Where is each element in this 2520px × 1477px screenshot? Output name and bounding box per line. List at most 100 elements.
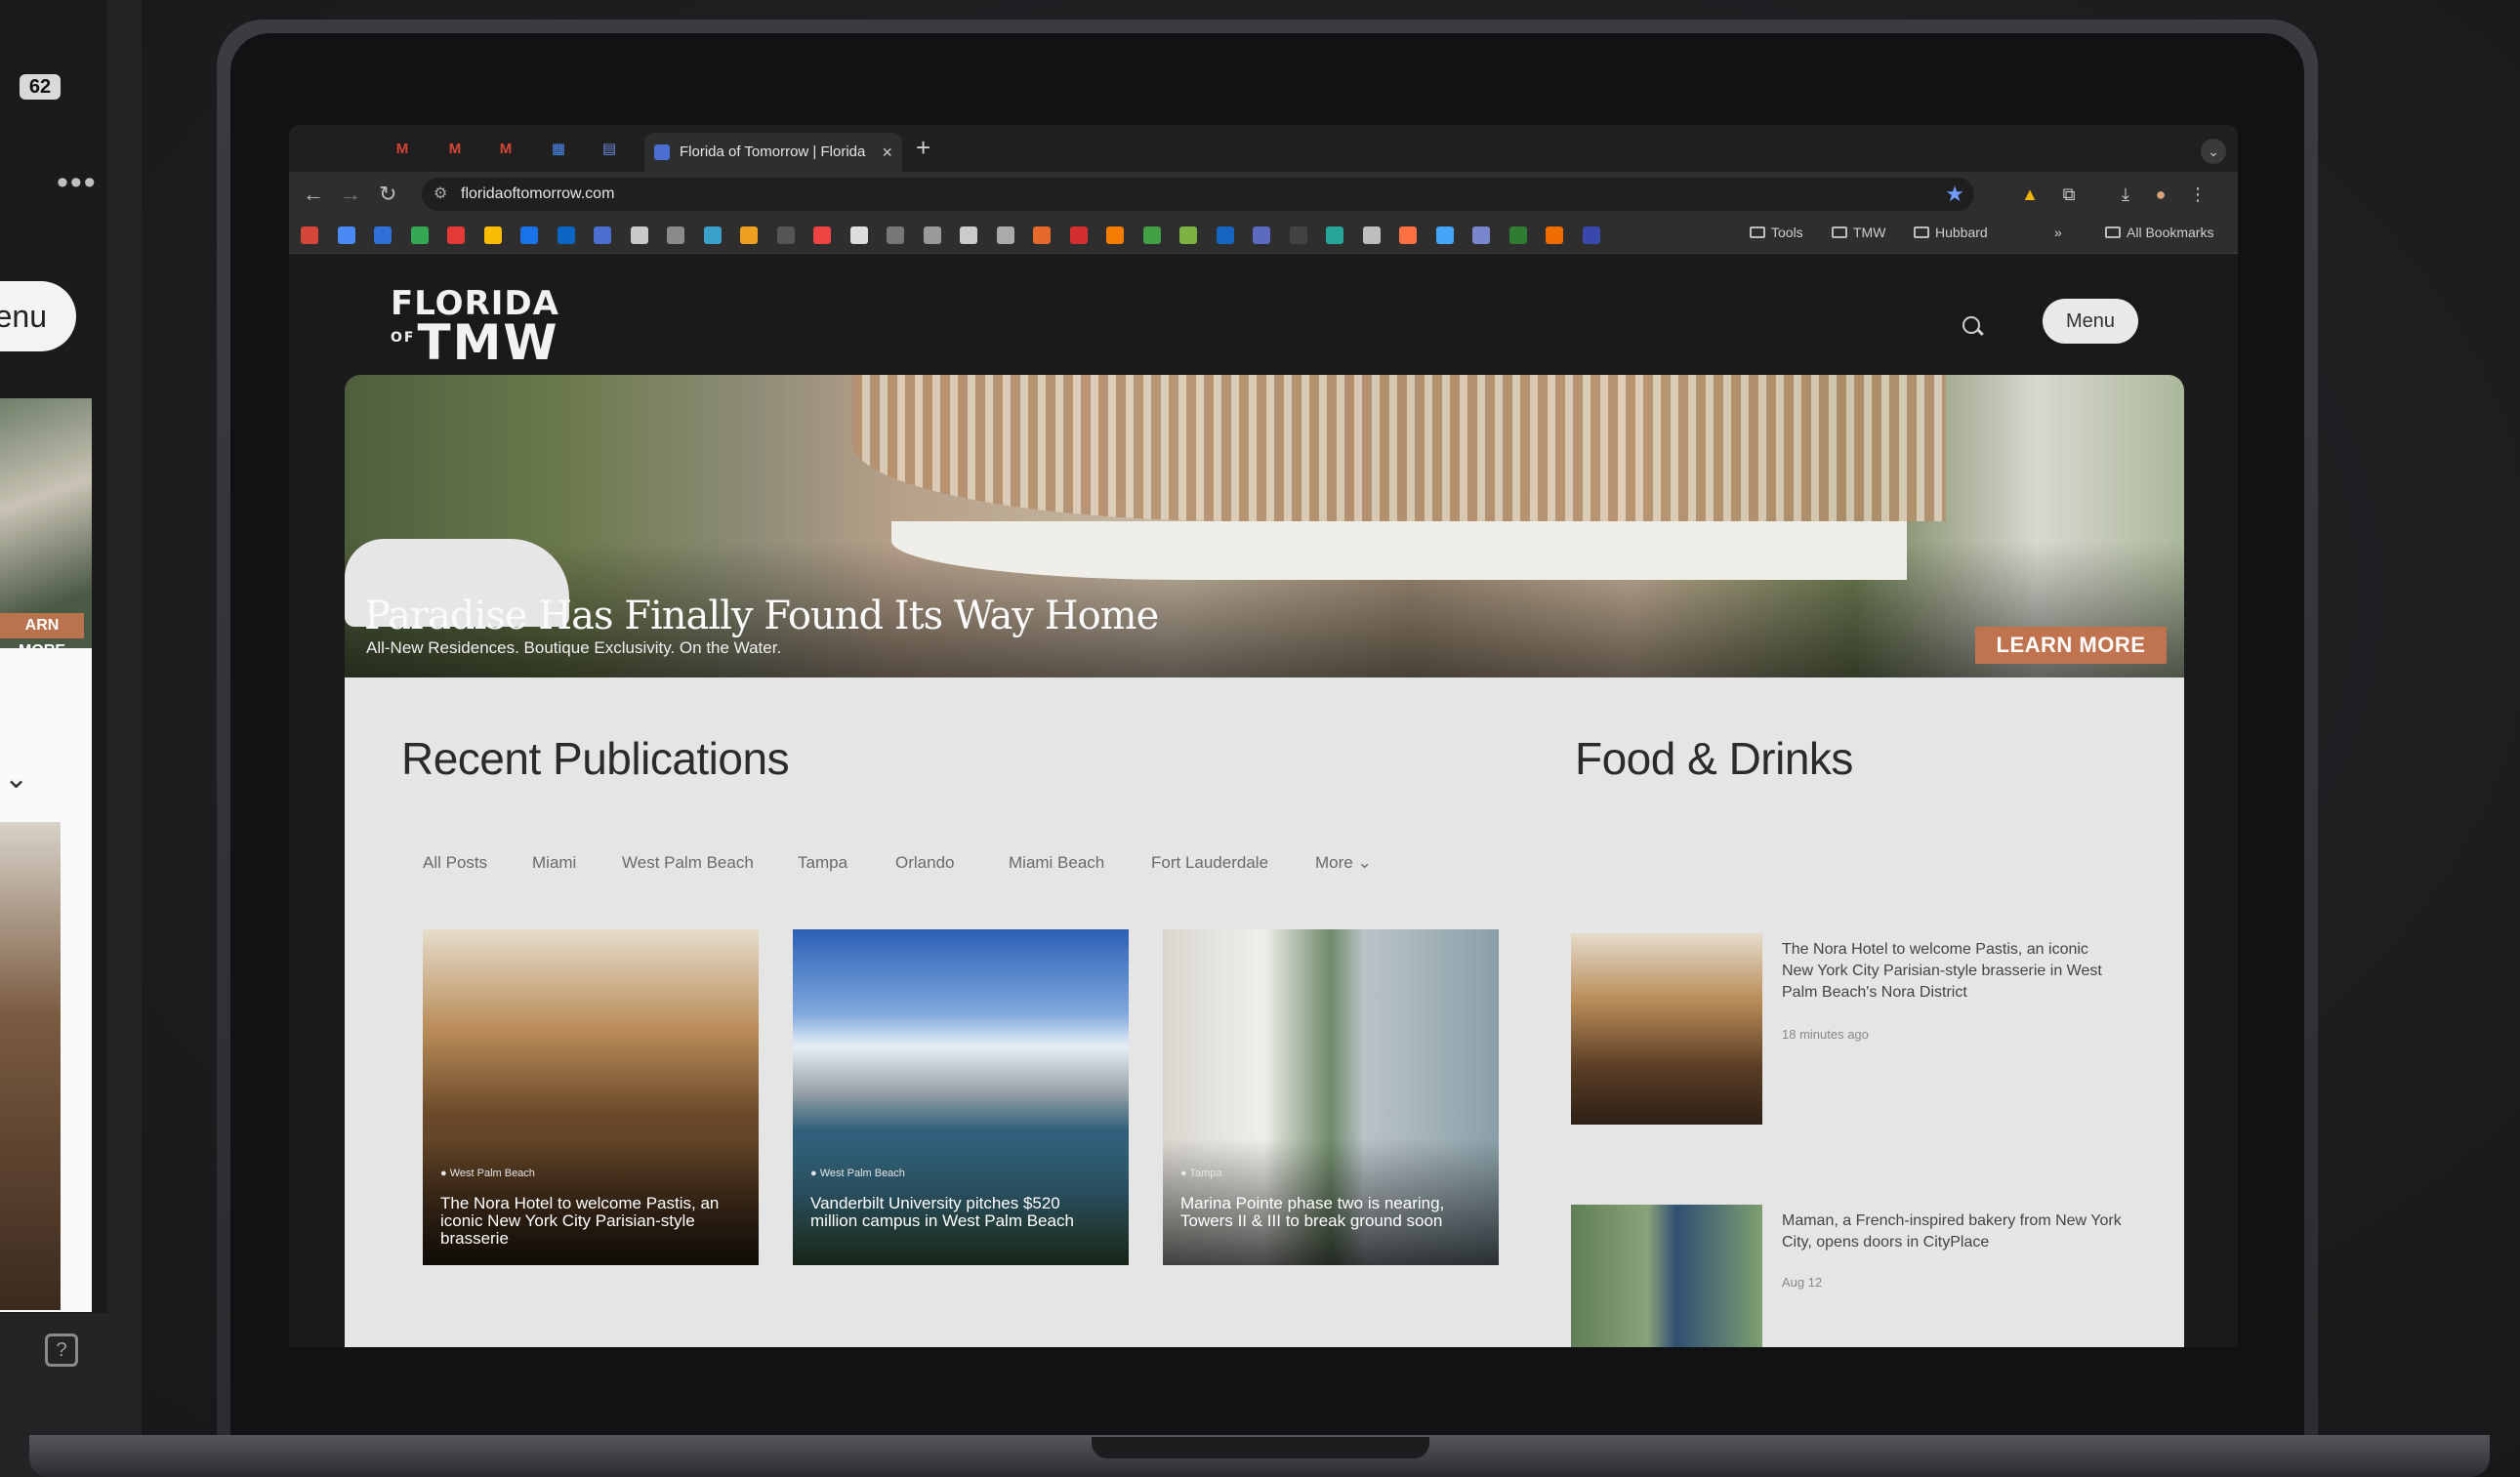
menu-button[interactable]: Menu bbox=[2043, 299, 2138, 344]
forward-arrow-icon[interactable]: → bbox=[340, 182, 361, 207]
address-bar-row: ← → ↻ ⚙ floridaoftomorrow.com ★ ▲ ⧉ ⤓ ● … bbox=[289, 172, 2238, 217]
tab-doc[interactable]: ▤ bbox=[598, 139, 621, 160]
bookmark-favicon-icon[interactable] bbox=[1216, 226, 1234, 244]
tab-gmail-2[interactable]: M bbox=[443, 139, 467, 160]
new-tab-plus-icon[interactable]: + bbox=[916, 133, 930, 163]
search-icon[interactable] bbox=[1962, 316, 1980, 334]
bookmark-favicon-icon[interactable] bbox=[410, 226, 429, 244]
article-card-vanderbilt[interactable]: ● West Palm Beach Vanderbilt University … bbox=[793, 929, 1129, 1265]
bookmark-favicon-icon[interactable] bbox=[1582, 226, 1600, 244]
article-card-marina-pointe[interactable]: ● Tampa Marina Pointe phase two is neari… bbox=[1163, 929, 1499, 1265]
food-item-title[interactable]: Maman, a French-inspired bakery from New… bbox=[1782, 1210, 2124, 1253]
bookmark-favicon-icon[interactable] bbox=[1069, 226, 1088, 244]
bookmark-favicon-icon[interactable] bbox=[849, 226, 868, 244]
browser-menu-kebab-icon[interactable]: ⋮ bbox=[2187, 184, 2209, 205]
bookmark-favicon-icon[interactable] bbox=[776, 226, 795, 244]
bookmark-favicon-icon[interactable] bbox=[337, 226, 355, 244]
site-logo[interactable]: FLORIDA OFTMW bbox=[391, 287, 559, 367]
learn-more-button[interactable]: LEARN MORE bbox=[1975, 627, 2167, 664]
bookmark-favicon-icon[interactable] bbox=[1546, 226, 1563, 244]
hero-building-floor bbox=[891, 521, 1907, 580]
bookmark-favicon-icon[interactable] bbox=[1253, 226, 1270, 244]
bookmark-favicon-icon[interactable] bbox=[447, 226, 465, 244]
hero-banner[interactable]: Paradise Has Finally Found Its Way Home … bbox=[345, 375, 2184, 677]
filter-orlando[interactable]: Orlando bbox=[895, 853, 954, 873]
bookmark-favicon-icon[interactable] bbox=[1179, 226, 1197, 244]
bookmark-favicon-icon[interactable] bbox=[996, 226, 1014, 244]
bookmark-favicon-icon[interactable] bbox=[887, 226, 904, 244]
food-item-thumbnail[interactable] bbox=[1571, 1205, 1762, 1347]
all-bookmarks[interactable]: All Bookmarks bbox=[2105, 225, 2213, 240]
bookmark-favicon-icon[interactable] bbox=[594, 226, 611, 244]
bookmark-favicon-icon[interactable] bbox=[923, 226, 941, 244]
phone-learn-more-button[interactable]: ARN MORE bbox=[0, 613, 84, 659]
profile-avatar-icon[interactable]: ● bbox=[2150, 184, 2171, 205]
bookmark-favicon-icon[interactable] bbox=[301, 226, 318, 244]
bookmark-favicon-icon[interactable] bbox=[1326, 226, 1343, 244]
bookmark-folder-tmw[interactable]: TMW bbox=[1832, 225, 1885, 240]
tab-title: Florida of Tomorrow | Florida bbox=[680, 144, 866, 160]
bookmark-favicon-icon[interactable] bbox=[1435, 226, 1454, 244]
filter-all-posts[interactable]: All Posts bbox=[423, 853, 487, 873]
bookmark-favicon-icon[interactable] bbox=[740, 226, 758, 244]
laptop-screen: M M M ▦ ▤ Florida of Tomorrow | Florida … bbox=[289, 125, 2238, 1347]
card-title: Marina Pointe phase two is nearing, Towe… bbox=[1180, 1194, 1445, 1230]
site-info-icon[interactable]: ⚙ bbox=[434, 184, 447, 203]
bookmark-favicon-icon[interactable] bbox=[667, 226, 684, 244]
phone-menu-button[interactable]: enu bbox=[0, 281, 76, 351]
bookmark-favicon-icon[interactable] bbox=[483, 226, 502, 244]
more-dots-icon[interactable]: ••• bbox=[57, 164, 98, 202]
phone-article-image[interactable] bbox=[0, 822, 61, 1310]
bookmark-favicon-icon[interactable] bbox=[557, 226, 575, 244]
tab-florida-of-tomorrow[interactable]: Florida of Tomorrow | Florida × bbox=[644, 133, 902, 172]
bookmark-favicon-icon[interactable] bbox=[1508, 226, 1527, 244]
phone-device: 62 ••• enu ARN MORE ⌄ ? bbox=[0, 0, 142, 1477]
bookmark-favicon-icon[interactable] bbox=[1362, 226, 1381, 244]
bookmark-favicon-icon[interactable] bbox=[1033, 226, 1051, 244]
bookmark-favicon-icon[interactable] bbox=[1106, 226, 1124, 244]
bookmark-favicon-icon[interactable] bbox=[1399, 226, 1417, 244]
food-item-time: 18 minutes ago bbox=[1782, 1027, 1869, 1042]
tab-search-chevron-icon[interactable]: ⌄ bbox=[2201, 139, 2226, 164]
folder-icon bbox=[2105, 226, 2121, 238]
bookmark-favicon-icon[interactable] bbox=[1142, 226, 1161, 244]
url-field[interactable]: ⚙ floridaoftomorrow.com ★ bbox=[422, 178, 1974, 211]
filter-miami-beach[interactable]: Miami Beach bbox=[1009, 853, 1104, 873]
filter-west-palm-beach[interactable]: West Palm Beach bbox=[622, 853, 754, 873]
download-icon[interactable]: ⤓ bbox=[2115, 184, 2136, 205]
bookmark-favicon-icon[interactable] bbox=[630, 226, 648, 244]
close-tab-icon[interactable]: × bbox=[882, 133, 892, 172]
food-item-title[interactable]: The Nora Hotel to welcome Pastis, an ico… bbox=[1782, 939, 2124, 1004]
filter-miami[interactable]: Miami bbox=[532, 853, 576, 873]
bookmark-favicon-icon[interactable] bbox=[1472, 226, 1490, 244]
reload-icon[interactable]: ↻ bbox=[379, 182, 396, 207]
bookmark-favicon-icon[interactable] bbox=[960, 226, 977, 244]
tab-gmail-1[interactable]: M bbox=[391, 139, 414, 160]
extension-drive-icon[interactable]: ▲ bbox=[2019, 184, 2041, 205]
tab-gmail-3[interactable]: M bbox=[494, 139, 517, 160]
bookmark-folder-hubbard[interactable]: Hubbard bbox=[1914, 225, 1988, 240]
chevron-down-icon[interactable]: ⌄ bbox=[4, 761, 28, 796]
bookmark-star-icon[interactable]: ★ bbox=[1945, 182, 1964, 207]
hero-title: Paradise Has Finally Found Its Way Home bbox=[364, 594, 1159, 638]
help-icon[interactable]: ? bbox=[45, 1333, 78, 1367]
filter-fort-lauderdale[interactable]: Fort Lauderdale bbox=[1151, 853, 1268, 873]
food-item-thumbnail[interactable] bbox=[1571, 933, 1762, 1125]
bookmark-favicon-icon[interactable] bbox=[374, 226, 392, 244]
card-location-tag: ● West Palm Beach bbox=[810, 1168, 905, 1179]
bookmark-favicon-icon[interactable] bbox=[1289, 226, 1307, 244]
filter-tampa[interactable]: Tampa bbox=[798, 853, 847, 873]
card-location-tag: ● West Palm Beach bbox=[440, 1168, 535, 1179]
bookmark-favicon-icon[interactable] bbox=[703, 226, 722, 244]
tab-calendar[interactable]: ▦ bbox=[547, 139, 570, 160]
extensions-puzzle-icon[interactable]: ⧉ bbox=[2058, 184, 2080, 205]
bookmark-favicon-icon[interactable] bbox=[813, 226, 831, 244]
bookmark-favicon-icon[interactable] bbox=[520, 226, 538, 244]
site-favicon-icon bbox=[654, 144, 670, 160]
bookmark-folder-tools[interactable]: Tools bbox=[1750, 225, 1803, 240]
bookmark-overflow-chevron-icon[interactable]: » bbox=[2054, 225, 2062, 240]
back-arrow-icon[interactable]: ← bbox=[303, 182, 324, 207]
filter-more[interactable]: More ⌄ bbox=[1315, 853, 1372, 873]
hero-building-image bbox=[852, 375, 1946, 521]
article-card-nora-hotel[interactable]: ● West Palm Beach The Nora Hotel to welc… bbox=[423, 929, 759, 1265]
